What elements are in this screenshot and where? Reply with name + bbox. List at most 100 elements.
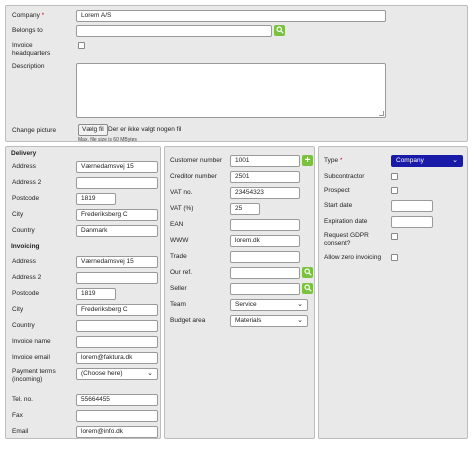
creditor-number-input[interactable]: 2501 [230,171,300,183]
seller-label: Seller [170,285,187,292]
payment-terms-label: Payment terms (incoming) [12,368,56,383]
address-panel: Delivery Address Værnedamsvej 15 Address… [5,146,161,439]
invoicing-address-label: Address [12,258,36,265]
team-select[interactable]: Service ⌄ [230,299,308,311]
invoice-name-input[interactable] [76,336,158,348]
type-value: Company [396,157,424,164]
tel-input[interactable]: 55664455 [76,394,158,406]
delivery-country-input[interactable]: Danmark [76,225,158,237]
invoicing-country-input[interactable] [76,320,158,332]
chevron-down-icon: ⌄ [452,157,458,164]
chevron-down-icon: ⌄ [147,370,153,377]
delivery-country-label: Country [12,227,35,234]
tel-label: Tel. no. [12,396,33,403]
numbers-panel: Customer number 1001 + Creditor number 2… [164,146,315,439]
ean-input[interactable] [230,219,300,231]
delivery-section-title: Delivery [11,150,37,157]
invoice-email-input[interactable]: lorem@faktura.dk [76,352,158,364]
vat-no-input[interactable]: 23454323 [230,187,300,199]
delivery-postcode-label: Postcode [12,195,40,202]
prospect-checkbox[interactable] [391,187,398,194]
description-textarea[interactable] [76,63,386,118]
email-input[interactable]: lorem@info.dk [76,426,158,438]
trade-input[interactable] [230,251,300,263]
allow-zero-invoicing-label: Allow zero invoicing [324,254,382,261]
start-date-label: Start date [324,202,353,209]
creditor-number-label: Creditor number [170,173,217,180]
chevron-down-icon: ⌄ [297,317,303,324]
delivery-city-label: City [12,211,24,218]
search-icon[interactable] [302,283,313,294]
our-ref-label: Our ref. [170,269,193,276]
customer-number-input[interactable]: 1001 [230,155,300,167]
team-label: Team [170,301,186,308]
trade-label: Trade [170,253,187,260]
expiration-date-label: Expiration date [324,218,368,225]
start-date-input[interactable] [391,200,433,212]
chevron-down-icon: ⌄ [297,301,303,308]
invoicing-address2-label: Address 2 [12,274,42,281]
delivery-postcode-input[interactable]: 1819 [76,193,116,205]
file-status-text: Der er ikke valgt nogen fil [108,126,182,133]
customer-number-label: Customer number [170,157,223,164]
type-panel: Type * Company ⌄ Subcontractor Prospect S… [318,146,468,439]
payment-terms-select[interactable]: (Choose here) ⌄ [76,368,158,380]
team-value: Service [235,301,257,308]
invoicing-country-label: Country [12,322,35,329]
our-ref-input[interactable] [230,267,300,279]
invoicing-address2-input[interactable] [76,272,158,284]
vat-percent-input[interactable]: 25 [230,203,260,215]
invoicing-section-title: Invoicing [11,243,40,250]
belongs-to-label: Belongs to [12,27,43,34]
invoice-headquarters-label: Invoice headquarters [12,42,51,57]
fax-label: Fax [12,412,23,419]
resize-grip-icon[interactable] [379,111,384,116]
invoice-email-label: Invoice email [12,354,50,361]
file-size-hint: Max. file size is 60 MBytes [78,137,137,143]
gdpr-consent-label: Request GDPR consent? [324,232,369,247]
required-mark: * [41,12,45,19]
ean-label: EAN [170,221,184,228]
www-label: WWW [170,237,189,244]
fax-input[interactable] [76,410,158,422]
delivery-address-label: Address [12,163,36,170]
subcontractor-checkbox[interactable] [391,173,398,180]
delivery-address2-input[interactable] [76,177,158,189]
invoicing-address-input[interactable]: Værnedamsvej 15 [76,256,158,268]
invoicing-city-label: City [12,306,24,313]
choose-file-button[interactable]: Vælg fil [78,124,108,136]
payment-terms-value: (Choose here) [81,370,123,377]
delivery-address-input[interactable]: Værnedamsvej 15 [76,161,158,173]
prospect-label: Prospect [324,187,350,194]
type-select[interactable]: Company ⌄ [391,155,463,167]
delivery-address2-label: Address 2 [12,179,42,186]
expiration-date-input[interactable] [391,216,433,228]
type-label: Type * [324,157,343,164]
delivery-city-input[interactable]: Frederiksberg C [76,209,158,221]
invoicing-postcode-label: Postcode [12,290,40,297]
company-input[interactable]: Lorem A/S [76,10,386,22]
invoicing-city-input[interactable]: Frederiksberg C [76,304,158,316]
invoicing-postcode-input[interactable]: 1819 [76,288,116,300]
budget-area-select[interactable]: Materials ⌄ [230,315,308,327]
invoice-name-label: Invoice name [12,338,51,345]
vat-percent-label: VAT (%) [170,205,194,212]
company-panel: Company * Lorem A/S Belongs to Invoice h… [5,5,468,143]
email-label: Email [12,428,29,435]
required-mark: * [339,157,343,164]
seller-input[interactable] [230,283,300,295]
company-label: Company * [12,12,45,19]
gdpr-consent-checkbox[interactable] [391,233,398,240]
change-picture-label: Change picture [12,127,57,134]
description-label: Description [12,63,45,70]
add-icon[interactable]: + [302,155,313,166]
allow-zero-invoicing-checkbox[interactable] [391,254,398,261]
search-icon[interactable] [274,25,285,36]
www-input[interactable]: lorem.dk [230,235,300,247]
subcontractor-label: Subcontractor [324,173,365,180]
budget-area-value: Materials [235,317,262,324]
invoice-headquarters-checkbox[interactable] [78,42,85,49]
budget-area-label: Budget area [170,317,206,324]
belongs-to-input[interactable] [76,25,272,37]
search-icon[interactable] [302,267,313,278]
